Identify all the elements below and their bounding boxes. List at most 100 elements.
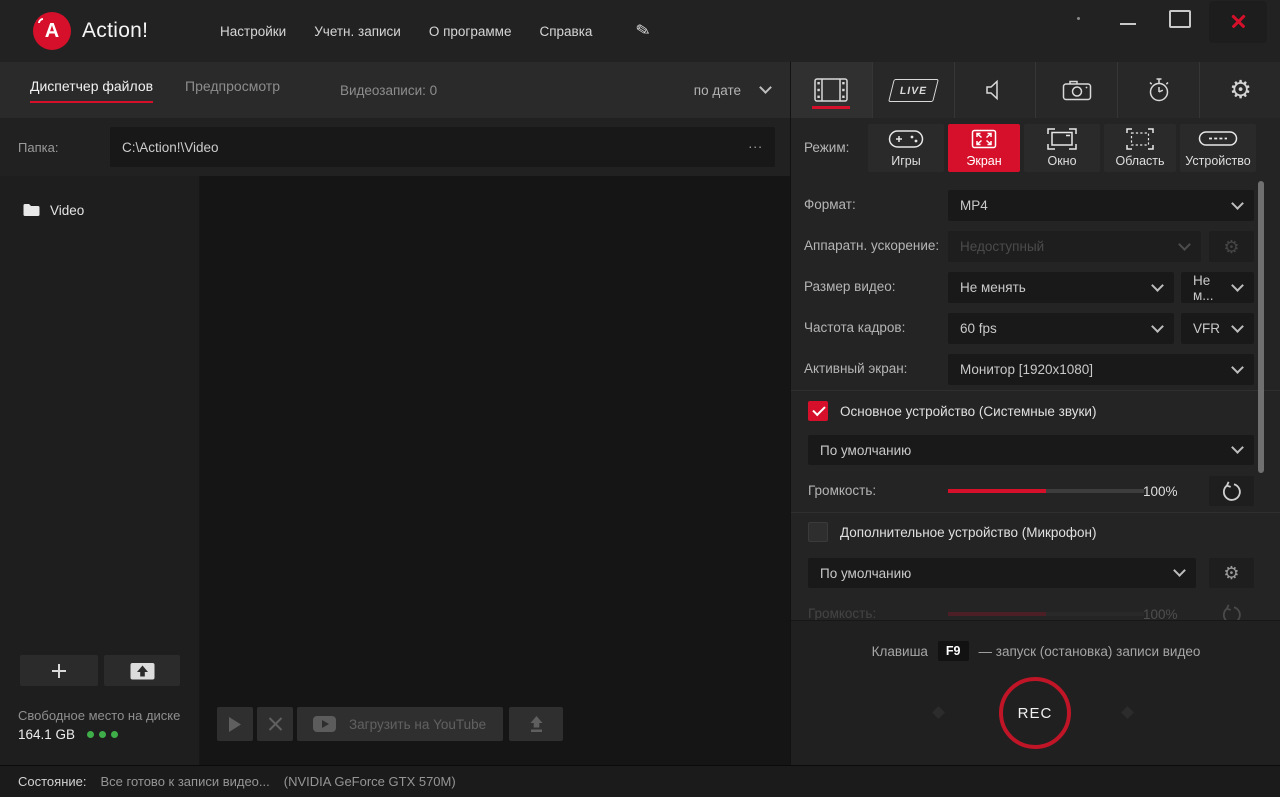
mode-games-button[interactable]: Игры — [868, 124, 944, 172]
play-button[interactable] — [217, 707, 253, 741]
pen-icon[interactable]: ✎ — [634, 20, 652, 43]
youtube-upload-button[interactable]: Загрузить на YouTube — [297, 707, 503, 741]
format-label: Формат: — [804, 197, 856, 212]
live-icon: LIVE — [888, 79, 939, 102]
framerate-select[interactable]: 60 fps — [948, 313, 1174, 344]
secondary-audio-device-select[interactable]: По умолчанию — [808, 558, 1196, 588]
feature-tabs: LIVE — [791, 62, 1280, 118]
framerate-mode-select[interactable]: VFR — [1181, 313, 1254, 344]
sidebar-item-video[interactable]: Video — [0, 194, 200, 226]
secondary-volume-row-clipped: Громкость: 100% — [791, 599, 1280, 620]
sort-by-dropdown[interactable]: по дате — [694, 62, 770, 118]
menu-about[interactable]: О программе — [429, 24, 512, 39]
free-space-value: 164.1 GB — [18, 727, 75, 742]
tab-screenshots[interactable] — [1035, 62, 1117, 118]
chevron-down-icon — [1178, 238, 1191, 251]
hotkey-prefix: Клавиша — [872, 644, 928, 659]
secondary-audio-row: Дополнительное устройство (Микрофон) — [808, 520, 1097, 544]
secondary-audio-settings-button[interactable]: ⚙ — [1209, 558, 1254, 588]
tab-preview[interactable]: Предпросмотр — [185, 78, 280, 103]
close-button[interactable] — [1209, 1, 1267, 43]
import-media-button[interactable] — [104, 655, 180, 686]
chevron-down-icon — [1151, 279, 1164, 292]
menu-settings[interactable]: Настройки — [220, 24, 286, 39]
folder-path-value: C:\Action!\Video — [122, 140, 219, 155]
record-control-area: Клавиша F9 — запуск (остановка) записи в… — [791, 620, 1280, 765]
mode-region-button[interactable]: Область — [1104, 124, 1176, 172]
hw-accel-settings-button[interactable]: ⚙ — [1209, 231, 1254, 262]
camera-icon — [1062, 78, 1092, 102]
chevron-down-icon — [1231, 197, 1244, 210]
folder-label: Папка: — [18, 118, 58, 176]
hotkey-suffix: — запуск (остановка) записи видео — [979, 644, 1201, 659]
video-size-label: Размер видео: — [804, 279, 896, 294]
tab-video-recording[interactable] — [791, 62, 872, 118]
maximize-button[interactable] — [1163, 6, 1195, 36]
active-screen-select[interactable]: Монитор [1920x1080] — [948, 354, 1254, 385]
section-divider — [791, 512, 1280, 513]
tab-audio-recording[interactable] — [954, 62, 1036, 118]
gamepad-icon — [888, 128, 924, 150]
tab-settings[interactable]: ⚙ — [1199, 62, 1280, 118]
chevron-down-icon — [1231, 279, 1244, 292]
video-size-secondary-select[interactable]: Не м... — [1181, 272, 1254, 303]
volume-slider[interactable] — [948, 489, 1144, 493]
status-gpu: (NVIDIA GeForce GTX 570M) — [284, 774, 456, 789]
maximize-icon — [1169, 10, 1191, 28]
primary-audio-checkbox[interactable] — [808, 401, 828, 421]
mode-label: Режим: — [804, 140, 849, 155]
folder-icon — [23, 203, 40, 217]
upload-button[interactable] — [509, 707, 563, 741]
play-icon — [228, 716, 242, 733]
active-screen-label: Активный экран: — [804, 361, 907, 376]
hw-accel-label: Аппаратн. ускорение: — [804, 238, 939, 253]
hw-accel-select[interactable]: Недоступный — [948, 231, 1201, 262]
titlebar: A Action! Настройки Учетн. записи О прог… — [0, 0, 1280, 62]
tab-live-streaming[interactable]: LIVE — [872, 62, 954, 118]
delete-button[interactable] — [257, 707, 293, 741]
folders-sidebar: Video Свободное место на диске 164.1 GB — [0, 176, 200, 765]
minimize-button[interactable] — [1113, 6, 1143, 36]
volume-reset-button[interactable] — [1209, 476, 1254, 506]
gear-icon: ⚙ — [1223, 238, 1239, 256]
menu-accounts[interactable]: Учетн. записи — [314, 24, 401, 39]
chevron-down-icon — [1151, 320, 1164, 333]
action-window: A Action! Настройки Учетн. записи О прог… — [0, 0, 1280, 797]
menu-help[interactable]: Справка — [539, 24, 592, 39]
chevron-down-icon — [1231, 361, 1244, 374]
chevron-down-icon — [1173, 564, 1186, 577]
statusbar: Состояние: Все готово к записи видео... … — [0, 765, 1280, 797]
mode-screen-button[interactable]: Экран — [948, 124, 1020, 172]
settings-scrollbar[interactable] — [1258, 181, 1264, 473]
folder-path-input[interactable]: C:\Action!\Video ... — [110, 127, 775, 167]
gear-icon: ⚙ — [1229, 78, 1251, 103]
mode-window-button[interactable]: Окно — [1024, 124, 1100, 172]
browse-folder-button[interactable]: ... — [748, 135, 763, 151]
format-select[interactable]: MP4 — [948, 190, 1254, 221]
app-logo-icon: A — [33, 12, 71, 50]
status-message: Все готово к записи видео... — [100, 774, 269, 789]
rec-side-marker-right — [1121, 706, 1134, 719]
video-size-select[interactable]: Не менять — [948, 272, 1174, 303]
file-manager-tabstrip: Диспетчер файлов Предпросмотр Видеозапис… — [0, 62, 790, 118]
minimize-icon — [1120, 23, 1136, 25]
capture-settings: Режим: Игры — [791, 118, 1280, 620]
youtube-icon — [313, 716, 336, 732]
chevron-down-icon — [1231, 320, 1244, 333]
hotkey-keycap: F9 — [938, 641, 969, 661]
mode-device-button[interactable]: Устройство — [1180, 124, 1256, 172]
window-capture-icon — [1046, 127, 1078, 151]
screen-expand-icon — [968, 127, 1000, 151]
add-folder-button[interactable] — [20, 655, 98, 686]
secondary-audio-checkbox[interactable] — [808, 522, 828, 542]
primary-audio-device-select[interactable]: По умолчанию — [808, 435, 1254, 465]
disk-status-dots — [87, 731, 118, 738]
tab-file-manager[interactable]: Диспетчер файлов — [30, 78, 153, 103]
volume-value: 100% — [1143, 476, 1178, 506]
device-connector-icon — [1198, 130, 1238, 148]
tab-benchmark[interactable] — [1117, 62, 1199, 118]
speaker-icon — [983, 78, 1007, 102]
rec-button[interactable]: REC — [999, 677, 1071, 749]
rec-side-marker-left — [932, 706, 945, 719]
reset-icon — [1221, 481, 1242, 502]
